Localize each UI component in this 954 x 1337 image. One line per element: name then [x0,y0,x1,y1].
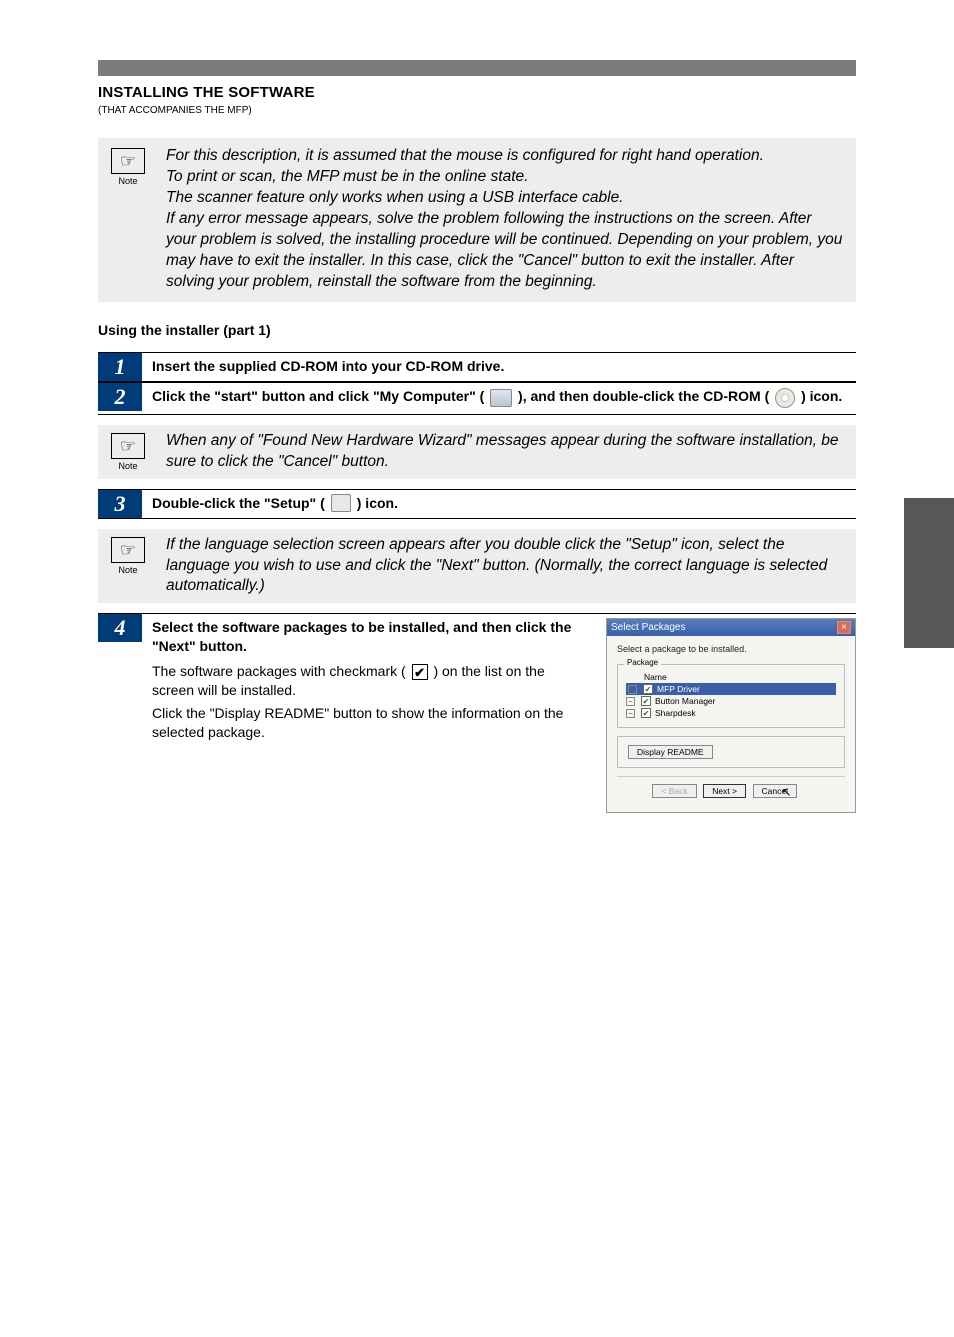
step-3-note-text: If the language selection screen appears… [166,535,844,598]
step-3-pre: Double-click the "Setup" ( [152,494,325,513]
intro-note-text: For this description, it is assumed that… [166,146,844,292]
collapse-icon[interactable]: − [626,709,635,718]
hand-pointer-icon: ☞ [120,541,136,559]
dialog-titlebar: Select Packages × [607,619,855,636]
dialog-title-text: Select Packages [611,622,686,633]
page-subtitle: (THAT ACCOMPANIES THE MFP) [98,105,856,116]
readme-box: Display README [617,736,845,768]
step-4-line1: Select the software packages to be insta… [152,618,588,656]
package-legend: Package [624,658,661,667]
hand-pointer-icon: ☞ [120,437,136,455]
step-4-line2-pre: The software packages with checkmark ( [152,663,406,679]
list-item[interactable]: − MFP Driver [626,683,836,695]
note-label: Note [118,176,137,186]
list-item[interactable]: − Button Manager [626,695,836,707]
step-4-text: Select the software packages to be insta… [152,618,588,741]
step-3: 3 Double-click the "Setup" ( ) icon. [98,489,856,519]
dialog-subtitle: Select a package to be installed. [617,644,845,654]
step-number: 2 [98,383,142,411]
step-3-post: ) icon. [357,494,398,513]
step-2: 2 Click the "start" button and click "My… [98,382,856,414]
checkbox-icon[interactable] [641,696,651,706]
step-2-post: ) icon. [801,388,842,404]
page-title: INSTALLING THE SOFTWARE [98,84,856,101]
step-number: 3 [98,490,142,518]
step-3-note: ☞ Note If the language selection screen … [98,529,856,604]
checkbox-icon[interactable] [641,708,651,718]
step-3-text: Double-click the "Setup" ( ) icon. [152,490,856,517]
step-2-note-text: When any of "Found New Hardware Wizard" … [166,431,844,473]
select-packages-dialog: Select Packages × Select a package to be… [606,618,856,813]
setup-icon [331,494,351,512]
section-subtitle: Using the installer (part 1) [98,322,856,338]
hand-pointer-icon: ☞ [120,152,136,170]
collapse-icon[interactable]: − [626,697,635,706]
dialog-button-row: < Back Next > Cancel ↖ [617,776,845,802]
step-2-text: Click the "start" button and click "My C… [152,383,856,413]
side-tab [904,498,954,648]
note-icon: ☞ Note [108,148,148,186]
display-readme-button[interactable]: Display README [628,745,713,759]
step-number: 4 [98,614,142,642]
header-bar [98,60,856,76]
step-4: 4 Select the software packages to be ins… [98,613,856,817]
cdrom-icon [775,388,795,408]
step-2-mid: ), and then double-click the CD-ROM ( [518,388,769,404]
note-label: Note [118,461,137,471]
intro-note: ☞ Note For this description, it is assum… [98,138,856,302]
next-button[interactable]: Next > [703,784,746,798]
step-1: 1 Insert the supplied CD-ROM into your C… [98,352,856,382]
step-number: 1 [98,353,142,381]
step-2-pre: Click the "start" button and click "My C… [152,388,484,404]
list-header: Name [626,671,836,683]
note-icon: ☞ Note [108,433,148,471]
back-button: < Back [652,784,696,798]
checkbox-icon[interactable] [643,684,653,694]
step-4-line3: Click the "Display README" button to sho… [152,704,588,742]
step-1-text: Insert the supplied CD-ROM into your CD-… [152,353,856,380]
checkmark-icon: ✔ [412,664,428,680]
note-icon: ☞ Note [108,537,148,575]
note-label: Note [118,565,137,575]
collapse-icon[interactable]: − [628,685,637,694]
step-2-note: ☞ Note When any of "Found New Hardware W… [98,425,856,479]
package-list: Package Name − MFP Driver − Button Manag… [617,664,845,728]
list-item[interactable]: − Sharpdesk [626,707,836,719]
my-computer-icon [490,389,512,407]
close-icon[interactable]: × [837,621,851,634]
cursor-icon: ↖ [782,785,792,799]
